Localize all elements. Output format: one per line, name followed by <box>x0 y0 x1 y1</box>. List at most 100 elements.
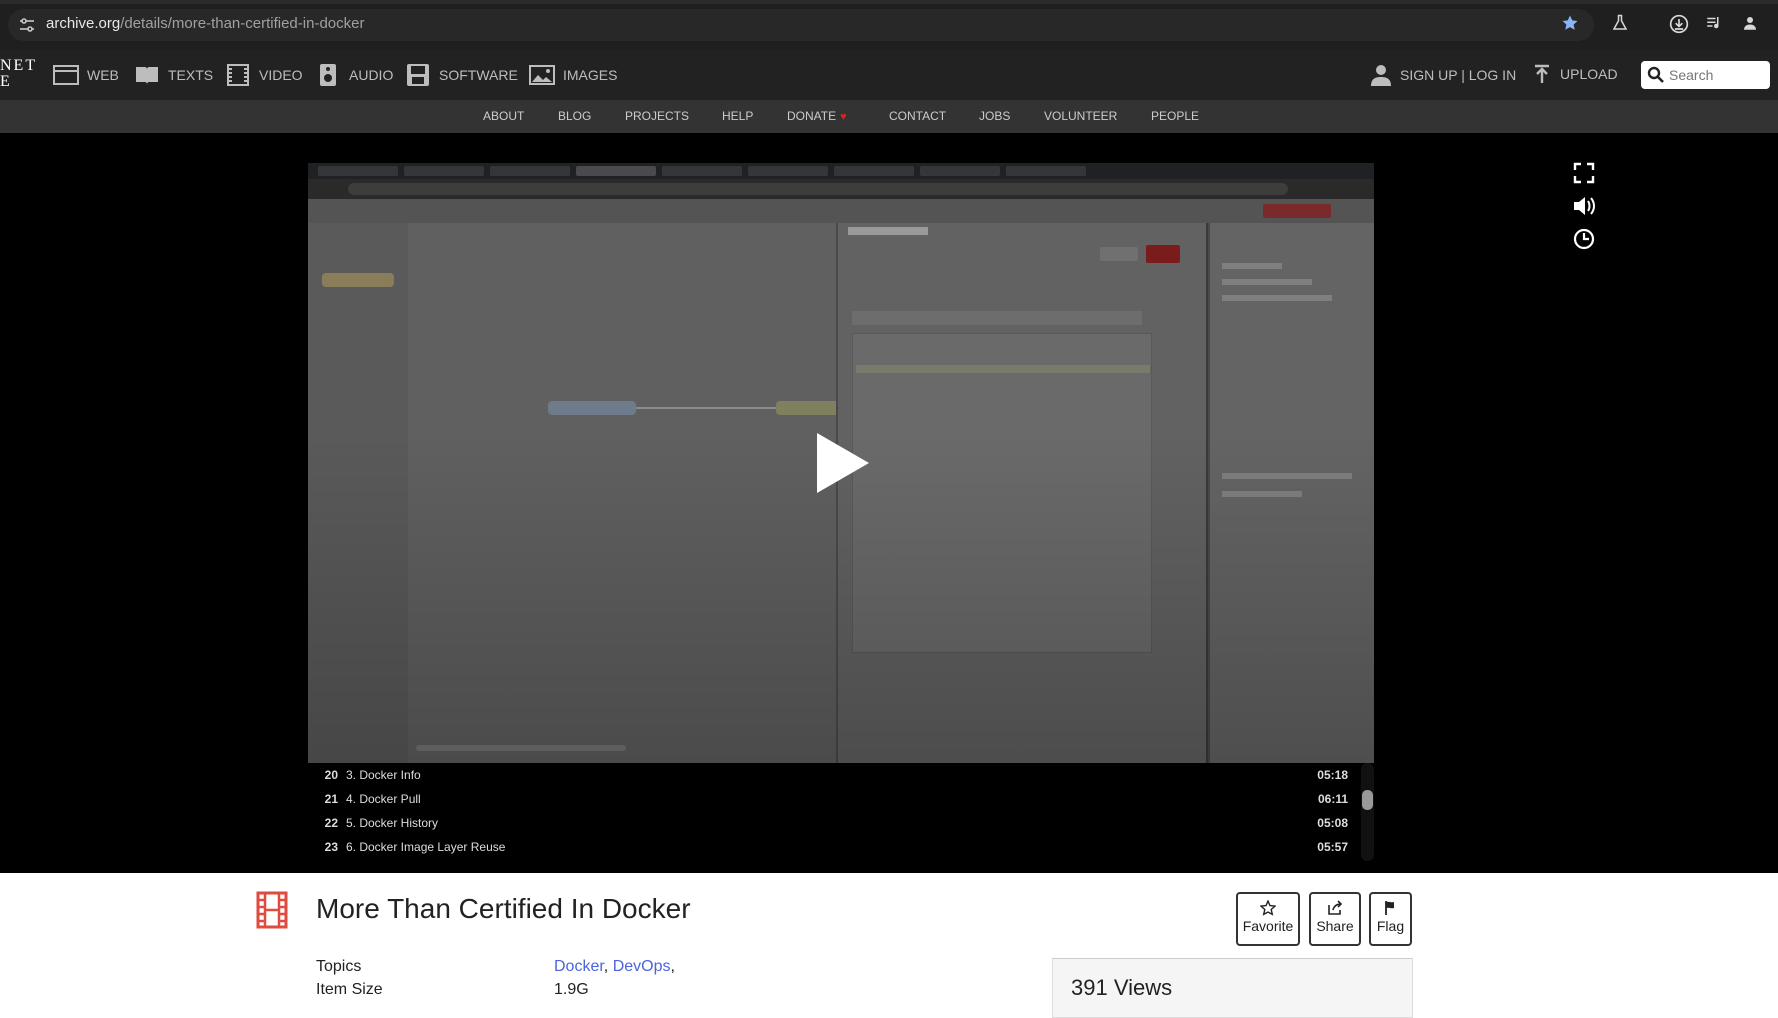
sub-nav-jobs[interactable]: JOBS <box>979 109 1010 123</box>
sign-up-log-in-link[interactable]: SIGN UP | LOG IN <box>1370 63 1516 87</box>
download-icon[interactable] <box>1668 14 1690 36</box>
frame-tab <box>576 166 656 176</box>
share-label: Share <box>1316 918 1354 934</box>
image-icon <box>529 65 555 85</box>
frame-side-line <box>1222 295 1332 301</box>
item-size-label: Item Size <box>316 981 383 998</box>
search-input[interactable]: Search <box>1641 61 1770 89</box>
frame-flow-node <box>548 401 636 415</box>
media-queue-icon[interactable] <box>1703 14 1725 36</box>
nav-texts-label: TEXTS <box>168 67 214 83</box>
share-icon <box>1328 900 1343 915</box>
frame-pill <box>348 183 1288 195</box>
clock-icon[interactable] <box>1571 226 1597 252</box>
sub-nav-volunteer[interactable]: VOLUNTEER <box>1044 109 1117 123</box>
nav-video-label: VIDEO <box>259 67 303 83</box>
nav-texts[interactable]: TEXTS <box>134 63 213 87</box>
playlist-item-number: 20 <box>324 768 338 782</box>
book-icon <box>136 67 158 84</box>
speaker-icon <box>320 64 336 86</box>
sub-nav-about[interactable]: ABOUT <box>483 109 524 123</box>
url-host: archive.org <box>46 15 121 32</box>
nav-images-label: IMAGES <box>563 67 618 83</box>
heart-icon: ♥ <box>840 111 847 123</box>
video-frame-header <box>308 199 1374 223</box>
frame-tab <box>920 166 1000 176</box>
playlist-item-number: 21 <box>324 792 338 806</box>
frame-palette-node <box>322 273 394 287</box>
browser-tab-strip-edge <box>0 0 1778 4</box>
item-title: More Than Certified In Docker <box>316 893 691 924</box>
playlist-item[interactable]: 21 4. Docker Pull 06:11 <box>308 787 1368 811</box>
frame-tab <box>834 166 914 176</box>
playlist-item[interactable]: 22 5. Docker History 05:08 <box>308 811 1368 835</box>
site-info-icon[interactable] <box>18 16 36 34</box>
nav-web[interactable]: WEB <box>53 63 119 87</box>
playlist-item-number: 23 <box>324 840 338 854</box>
upload-label: UPLOAD <box>1560 66 1618 82</box>
floppy-disk-icon <box>407 64 429 86</box>
topic-link-devops[interactable]: DevOps <box>613 958 671 975</box>
frame-flow-node <box>776 401 842 415</box>
volume-icon[interactable] <box>1571 193 1597 219</box>
topic-link-docker[interactable]: Docker <box>554 958 604 975</box>
playlist-item-duration: 05:08 <box>1317 816 1348 830</box>
flag-label: Flag <box>1376 918 1405 934</box>
frame-tab <box>490 166 570 176</box>
profile-icon[interactable] <box>1739 14 1761 36</box>
auth-label: SIGN UP | LOG IN <box>1400 67 1517 83</box>
address-url[interactable]: archive.org/details/more-than-certified-… <box>46 15 364 32</box>
frame-side-line <box>1222 263 1282 269</box>
playlist-item-duration: 06:11 <box>1317 792 1348 806</box>
bookmark-star-icon[interactable] <box>1559 14 1581 36</box>
frame-done <box>1146 245 1180 263</box>
sub-nav-blog[interactable]: BLOG <box>558 109 591 123</box>
nav-audio-label: AUDIO <box>349 67 394 83</box>
user-icon <box>1371 65 1391 86</box>
sub-nav-donate[interactable]: DONATE ♥ <box>787 109 847 123</box>
playlist-item-title: 5. Docker History <box>346 816 439 830</box>
frame-deploy-button <box>1263 204 1331 218</box>
sub-nav-help[interactable]: HELP <box>722 109 753 123</box>
sub-nav-people[interactable]: PEOPLE <box>1151 109 1199 123</box>
playlist-item-title: 4. Docker Pull <box>346 792 421 806</box>
video-frame-tabs <box>308 163 1374 179</box>
upload-arrow-icon <box>1535 64 1549 83</box>
logo-line-2: E <box>0 73 12 90</box>
nav-audio[interactable]: AUDIO <box>315 63 393 87</box>
playlist-item[interactable]: 20 3. Docker Info 05:18 <box>308 763 1368 787</box>
playlist-item-title: 6. Docker Image Layer Reuse <box>346 840 506 854</box>
sub-nav-contact[interactable]: CONTACT <box>889 109 946 123</box>
nav-images[interactable]: IMAGES <box>529 63 617 87</box>
favorite-button[interactable]: Favorite <box>1236 892 1300 946</box>
film-strip-icon <box>227 64 249 86</box>
video-frame-address <box>308 179 1374 199</box>
playlist: 20 3. Docker Info 05:18 21 4. Docker Pul… <box>308 763 1374 861</box>
sub-nav-projects[interactable]: PROJECTS <box>625 109 689 123</box>
playlist-item-duration: 05:18 <box>1317 768 1348 782</box>
star-outline-icon <box>1260 900 1276 916</box>
nav-software[interactable]: SOFTWARE <box>405 63 518 87</box>
play-icon[interactable] <box>817 433 869 493</box>
playlist-scrollbar[interactable] <box>1361 763 1374 861</box>
frame-tab <box>1006 166 1086 176</box>
views-count: 391 Views <box>1071 975 1173 1000</box>
movie-film-icon <box>256 891 288 929</box>
frame-code-highlight <box>856 365 1150 373</box>
labs-flask-icon[interactable] <box>1609 14 1631 36</box>
flag-button[interactable]: Flag <box>1369 892 1412 946</box>
fullscreen-icon[interactable] <box>1571 160 1597 186</box>
playlist-item[interactable]: 23 6. Docker Image Layer Reuse 05:57 <box>308 835 1368 859</box>
upload-link[interactable]: UPLOAD <box>1532 62 1618 86</box>
nav-video[interactable]: VIDEO <box>225 63 303 87</box>
nav-web-label: WEB <box>87 67 119 83</box>
search-icon <box>1647 66 1664 83</box>
ia-logo-text[interactable]: NET E <box>0 58 37 90</box>
playlist-scrollbar-thumb[interactable] <box>1362 790 1373 810</box>
frame-flow-wire <box>636 407 776 409</box>
frame-tab-row <box>852 311 1142 325</box>
share-button[interactable]: Share <box>1309 892 1361 946</box>
favorite-label: Favorite <box>1242 918 1294 934</box>
frame-tab <box>404 166 484 176</box>
frame-side-line <box>1222 279 1312 285</box>
